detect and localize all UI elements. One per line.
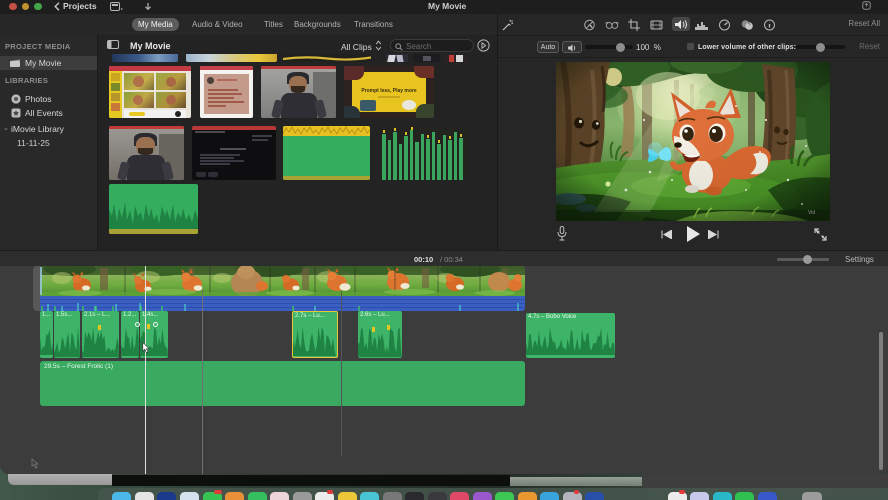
svg-text:Vid: Vid [808,210,815,216]
